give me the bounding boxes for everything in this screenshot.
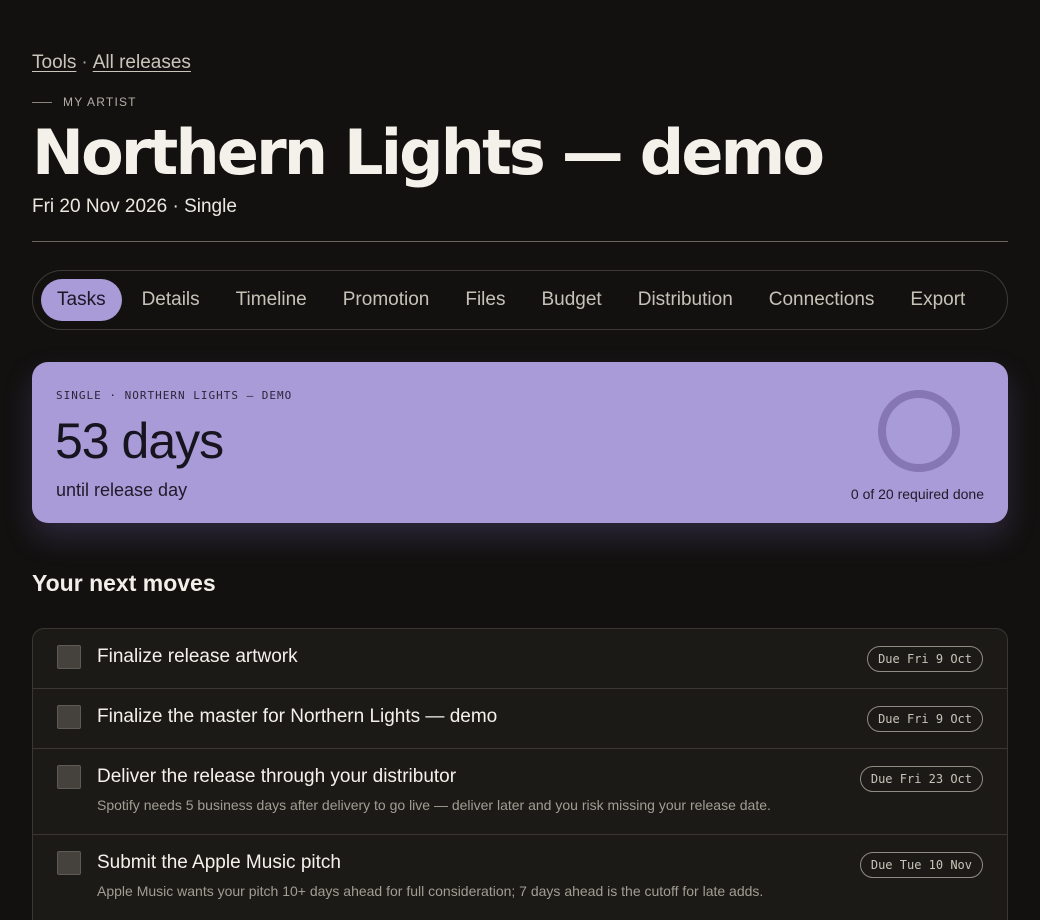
task-row: Finalize release artwork Due Fri 9 Oct [33,629,1007,689]
tab-budget[interactable]: Budget [523,279,619,321]
task-title[interactable]: Finalize release artwork [97,646,298,668]
task-checkbox[interactable] [57,645,81,669]
tab-tasks[interactable]: Tasks [41,279,122,321]
task-row: Finalize the master for Northern Lights … [33,689,1007,749]
countdown-days: 53 days [55,413,224,469]
task-title[interactable]: Deliver the release through your distrib… [97,766,456,788]
release-subtitle: Fri 20 Nov 2026 · Single [32,196,237,217]
header-divider [32,241,1008,242]
task-checkbox[interactable] [57,765,81,789]
tab-connections[interactable]: Connections [751,279,893,321]
task-checkbox[interactable] [57,705,81,729]
tab-distribution[interactable]: Distribution [620,279,751,321]
breadcrumb-separator: · [81,52,88,73]
countdown-label: until release day [56,480,188,500]
tab-promotion[interactable]: Promotion [325,279,448,321]
breadcrumb-all-releases-link[interactable]: All releases [93,52,191,73]
task-list: Finalize release artwork Due Fri 9 Oct F… [32,628,1008,920]
tab-export[interactable]: Export [892,279,983,321]
due-badge: Due Fri 9 Oct [867,646,983,672]
artist-eyebrow: MY ARTIST [32,95,137,109]
task-description: Spotify needs 5 business days after deli… [97,797,771,813]
task-description: Apple Music wants your pitch 10+ days ah… [97,883,764,899]
next-moves-title: Your next moves [32,570,216,596]
tab-timeline[interactable]: Timeline [218,279,325,321]
progress-text: 0 of 20 required done [850,486,984,502]
breadcrumb-tools-link[interactable]: Tools [32,52,76,73]
progress-ring-track [878,390,960,472]
release-tabs: Tasks Details Timeline Promotion Files B… [32,270,1008,330]
due-badge: Due Tue 10 Nov [859,852,983,878]
countdown-eyebrow: SINGLE · NORTHERN LIGHTS — DEMO [56,389,293,402]
tab-files[interactable]: Files [447,279,523,321]
breadcrumb: Tools · All releases [32,52,191,74]
tab-details[interactable]: Details [124,279,218,321]
page-title: Northern Lights — demo [32,116,825,189]
countdown-card: SINGLE · NORTHERN LIGHTS — DEMO 53 days … [32,362,1008,523]
task-checkbox[interactable] [57,851,81,875]
task-row: Deliver the release through your distrib… [33,749,1007,835]
due-badge: Due Fri 23 Oct [859,766,983,792]
progress-ring [878,390,960,472]
due-badge: Due Fri 9 Oct [867,706,983,732]
task-title[interactable]: Finalize the master for Northern Lights … [97,706,497,728]
artist-label: MY ARTIST [63,95,137,109]
eyebrow-rule [32,101,52,103]
task-row: Submit the Apple Music pitch Apple Music… [33,835,1007,920]
task-title[interactable]: Submit the Apple Music pitch [97,852,341,874]
